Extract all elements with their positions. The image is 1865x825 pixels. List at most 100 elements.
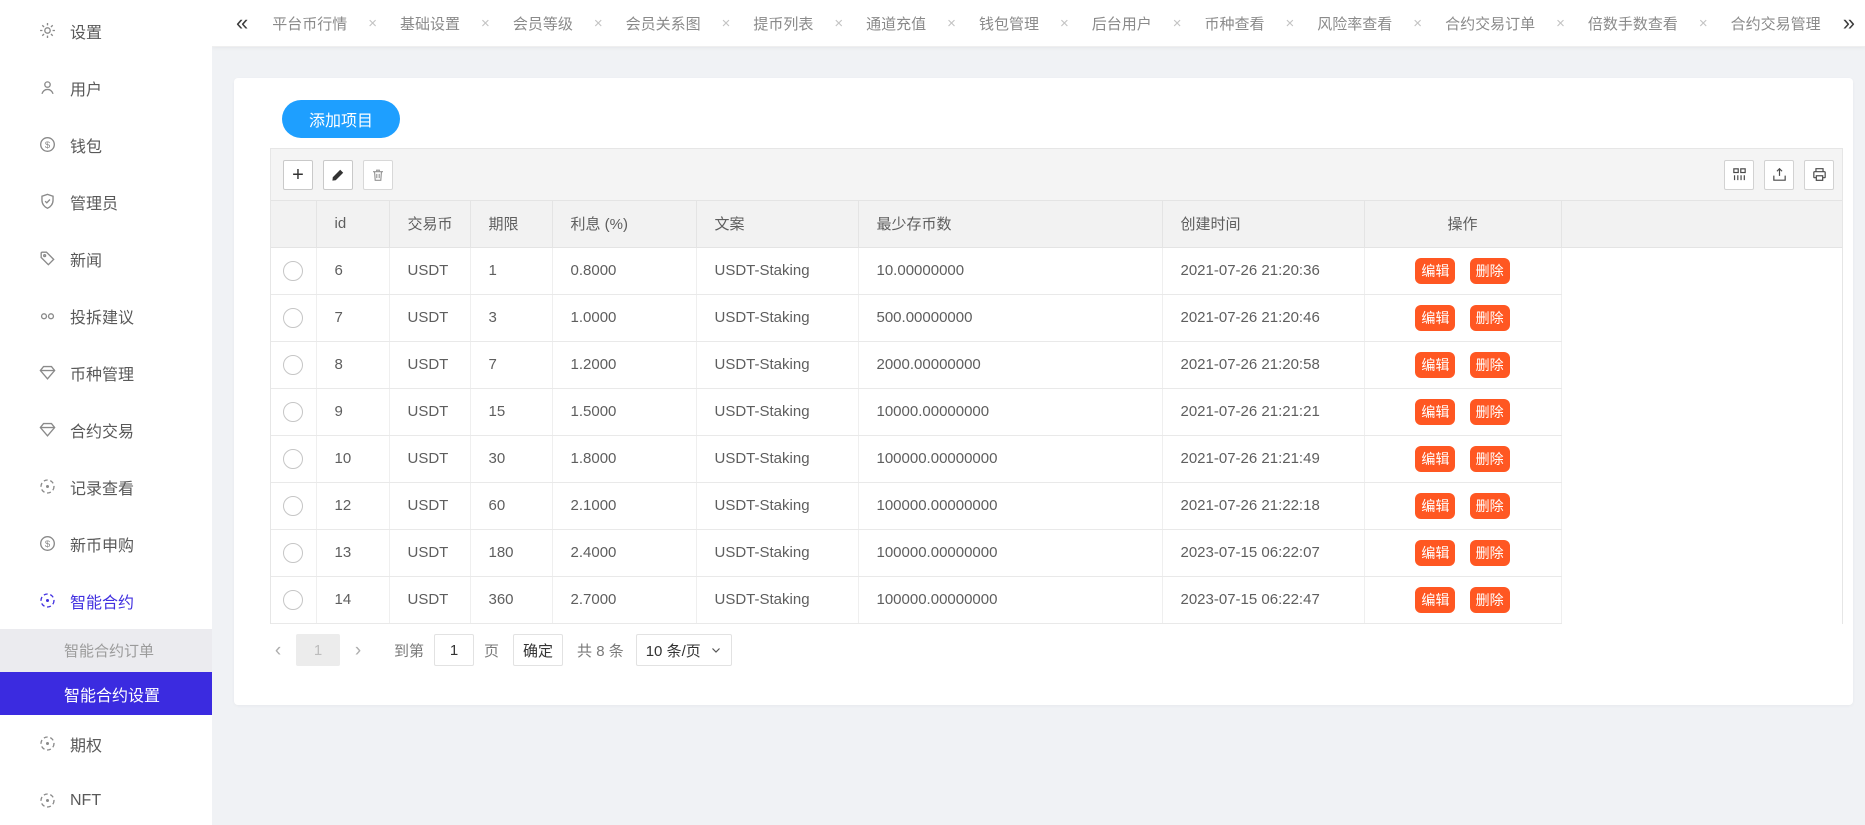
delete-row-button[interactable] bbox=[363, 160, 393, 190]
row-radio[interactable] bbox=[283, 496, 303, 516]
confirm-page-button[interactable]: 确定 bbox=[513, 634, 563, 666]
cell-filler bbox=[1561, 388, 1842, 435]
tab-close-icon[interactable]: × bbox=[1286, 15, 1295, 32]
edit-button[interactable]: 编辑 bbox=[1415, 352, 1455, 378]
tab[interactable]: 后台用户 × bbox=[1092, 13, 1182, 34]
tab-label: 会员关系图 bbox=[626, 13, 701, 34]
tabs-scroll-left-icon[interactable]: « bbox=[236, 12, 248, 34]
cell-min: 100000.00000000 bbox=[858, 482, 1162, 529]
delete-button[interactable]: 删除 bbox=[1470, 493, 1510, 519]
tab-close-icon[interactable]: × bbox=[947, 15, 956, 32]
sidebar-item-label: 合约交易 bbox=[70, 418, 134, 442]
sidebar-item-records[interactable]: 记录查看 bbox=[0, 458, 212, 515]
row-radio[interactable] bbox=[283, 261, 303, 281]
tab-close-icon[interactable]: × bbox=[1699, 15, 1708, 32]
edit-button[interactable]: 编辑 bbox=[1415, 399, 1455, 425]
page-size-select[interactable]: 10 条/页 bbox=[636, 634, 732, 666]
print-button[interactable] bbox=[1804, 160, 1834, 190]
row-radio[interactable] bbox=[283, 402, 303, 422]
cell-rate: 2.1000 bbox=[552, 482, 696, 529]
filter-columns-button[interactable] bbox=[1724, 160, 1754, 190]
tab-close-icon[interactable]: × bbox=[368, 15, 377, 32]
tab[interactable]: 倍数手数查看 × bbox=[1588, 13, 1708, 34]
tab[interactable]: 提币列表 × bbox=[753, 13, 843, 34]
current-page[interactable]: 1 bbox=[296, 634, 340, 666]
edit-button[interactable]: 编辑 bbox=[1415, 493, 1455, 519]
row-radio[interactable] bbox=[283, 308, 303, 328]
tab-close-icon[interactable]: × bbox=[1413, 15, 1422, 32]
delete-button[interactable]: 删除 bbox=[1470, 399, 1510, 425]
sidebar-item-contract-trade[interactable]: 合约交易 bbox=[0, 401, 212, 458]
tab-close-icon[interactable]: × bbox=[834, 15, 843, 32]
row-radio[interactable] bbox=[283, 590, 303, 610]
sidebar-item-admin[interactable]: 管理员 bbox=[0, 173, 212, 230]
sidebar-item-news[interactable]: 新闻 bbox=[0, 230, 212, 287]
cell-min: 100000.00000000 bbox=[858, 529, 1162, 576]
tab[interactable]: 会员关系图 × bbox=[626, 13, 731, 34]
cell-text: USDT-Staking bbox=[696, 482, 858, 529]
cell-text: USDT-Staking bbox=[696, 341, 858, 388]
sidebar-item-users[interactable]: 用户 bbox=[0, 59, 212, 116]
tab[interactable]: 通道充值 × bbox=[866, 13, 956, 34]
row-radio[interactable] bbox=[283, 449, 303, 469]
edit-button[interactable]: 编辑 bbox=[1415, 540, 1455, 566]
row-radio[interactable] bbox=[283, 355, 303, 375]
tab[interactable]: 风险率查看 × bbox=[1317, 13, 1422, 34]
tab-close-icon[interactable]: × bbox=[594, 15, 603, 32]
tab[interactable]: 币种查看 × bbox=[1205, 13, 1295, 34]
sidebar-item-settings[interactable]: 设置 bbox=[0, 2, 212, 59]
cell-created: 2023-07-15 06:22:07 bbox=[1162, 529, 1364, 576]
tab[interactable]: 会员等级 × bbox=[513, 13, 603, 34]
sidebar-item-new-coin[interactable]: $ 新币申购 bbox=[0, 515, 212, 572]
cell-id: 6 bbox=[316, 247, 389, 294]
delete-button[interactable]: 删除 bbox=[1470, 587, 1510, 613]
sidebar-item-smart-contract[interactable]: 智能合约 bbox=[0, 572, 212, 629]
cell-coin: USDT bbox=[389, 341, 470, 388]
tab-close-icon[interactable]: × bbox=[481, 15, 490, 32]
tab-close-icon[interactable]: × bbox=[1060, 15, 1069, 32]
tab-label: 合约交易管理 bbox=[1731, 13, 1821, 34]
delete-button[interactable]: 删除 bbox=[1470, 446, 1510, 472]
tab[interactable]: 基础设置 × bbox=[400, 13, 490, 34]
tab[interactable]: 合约交易订单 × bbox=[1445, 13, 1565, 34]
cell-min: 500.00000000 bbox=[858, 294, 1162, 341]
goto-page-input[interactable] bbox=[434, 634, 474, 666]
sidebar-item-coin-manage[interactable]: 币种管理 bbox=[0, 344, 212, 401]
cell-coin: USDT bbox=[389, 529, 470, 576]
tab-label: 币种查看 bbox=[1205, 13, 1265, 34]
edit-button[interactable]: 编辑 bbox=[1415, 305, 1455, 331]
sidebar-item-label: 新闻 bbox=[70, 247, 102, 271]
delete-button[interactable]: 删除 bbox=[1470, 352, 1510, 378]
tab-close-icon[interactable]: × bbox=[722, 15, 731, 32]
edit-row-button[interactable] bbox=[323, 160, 353, 190]
cell-term: 15 bbox=[470, 388, 552, 435]
next-page-icon[interactable]: › bbox=[350, 641, 366, 660]
add-row-button[interactable]: + bbox=[283, 160, 313, 190]
export-button[interactable] bbox=[1764, 160, 1794, 190]
tab-close-icon[interactable]: × bbox=[1556, 15, 1565, 32]
tabs-scroll-right-icon[interactable]: » bbox=[1843, 12, 1855, 34]
tab-close-icon[interactable]: × bbox=[1173, 15, 1182, 32]
tab-bar: « 平台币行情 × 基础设置 × 会员等级 × 会员关系图 × 提币 bbox=[212, 0, 1865, 47]
tab[interactable]: 合约交易管理 × bbox=[1731, 13, 1837, 34]
header-min: 最少存币数 bbox=[858, 201, 1162, 247]
tab[interactable]: 钱包管理 × bbox=[979, 13, 1069, 34]
sidebar-item-options[interactable]: 期权 bbox=[0, 715, 212, 772]
prev-page-icon[interactable]: ‹ bbox=[270, 641, 286, 660]
tab[interactable]: 平台币行情 × bbox=[272, 13, 377, 34]
pagination: ‹ 1 › 到第 页 确定 共 8 条 10 条/页 bbox=[270, 634, 732, 666]
edit-button[interactable]: 编辑 bbox=[1415, 587, 1455, 613]
sidebar-subitem-smart-contract-settings[interactable]: 智能合约设置 bbox=[0, 672, 212, 715]
sidebar-item-nft[interactable]: NFT bbox=[0, 772, 212, 825]
cell-text: USDT-Staking bbox=[696, 247, 858, 294]
delete-button[interactable]: 删除 bbox=[1470, 540, 1510, 566]
sidebar-item-feedback[interactable]: 投拆建议 bbox=[0, 287, 212, 344]
sidebar-item-wallet[interactable]: $ 钱包 bbox=[0, 116, 212, 173]
add-project-button[interactable]: 添加项目 bbox=[282, 100, 400, 138]
edit-button[interactable]: 编辑 bbox=[1415, 446, 1455, 472]
delete-button[interactable]: 删除 bbox=[1470, 258, 1510, 284]
edit-button[interactable]: 编辑 bbox=[1415, 258, 1455, 284]
sidebar-subitem-smart-contract-orders[interactable]: 智能合约订单 bbox=[0, 629, 212, 672]
delete-button[interactable]: 删除 bbox=[1470, 305, 1510, 331]
row-radio[interactable] bbox=[283, 543, 303, 563]
